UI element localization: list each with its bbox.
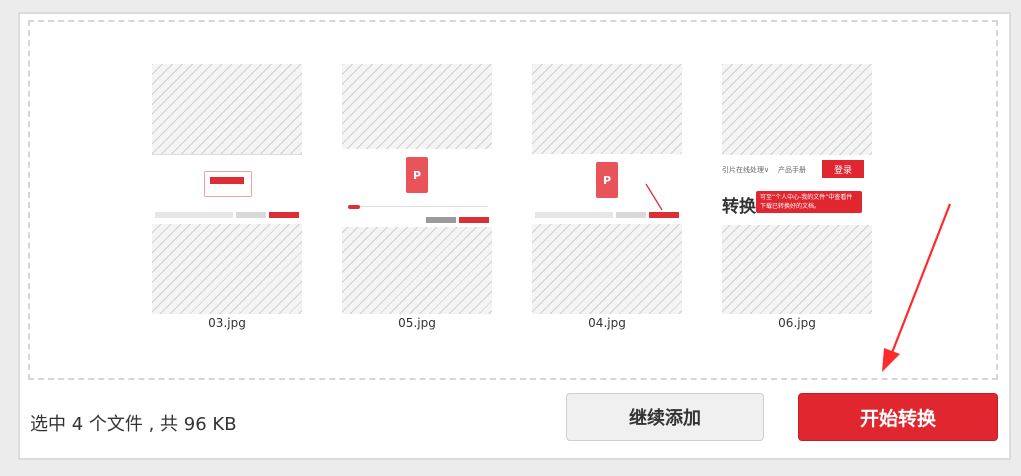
thumbnail-image [152, 154, 302, 224]
continue-add-button[interactable]: 继续添加 [566, 393, 764, 441]
thumbnail-image: P [342, 149, 492, 227]
file-thumbnail-04[interactable]: P [532, 64, 682, 314]
file-thumbnail-06[interactable]: 引片在线处理∨ 产品手册 登录 转换 可至“个人中心-我的文件”中查看件下载已转… [722, 64, 872, 314]
file-name: 04.jpg [588, 316, 626, 330]
selection-status: 选中 4 个文件 , 共 96 KB [30, 414, 237, 435]
file-name: 05.jpg [398, 316, 436, 330]
ppt-file-icon: P [406, 157, 428, 193]
file-thumbnail-05[interactable]: P [342, 64, 492, 314]
file-name: 06.jpg [778, 316, 816, 330]
red-arrow-annotation-icon [882, 203, 952, 372]
file-thumbnail-03[interactable] [152, 64, 302, 314]
thumbnail-image: 引片在线处理∨ 产品手册 登录 转换 可至“个人中心-我的文件”中查看件下载已转… [722, 155, 872, 225]
arrow-annotation-icon [645, 183, 663, 211]
ppt-file-icon: P [596, 162, 618, 198]
start-convert-button[interactable]: 开始转换 [798, 393, 998, 441]
thumbnail-image: P [532, 154, 682, 224]
file-name: 03.jpg [208, 316, 246, 330]
